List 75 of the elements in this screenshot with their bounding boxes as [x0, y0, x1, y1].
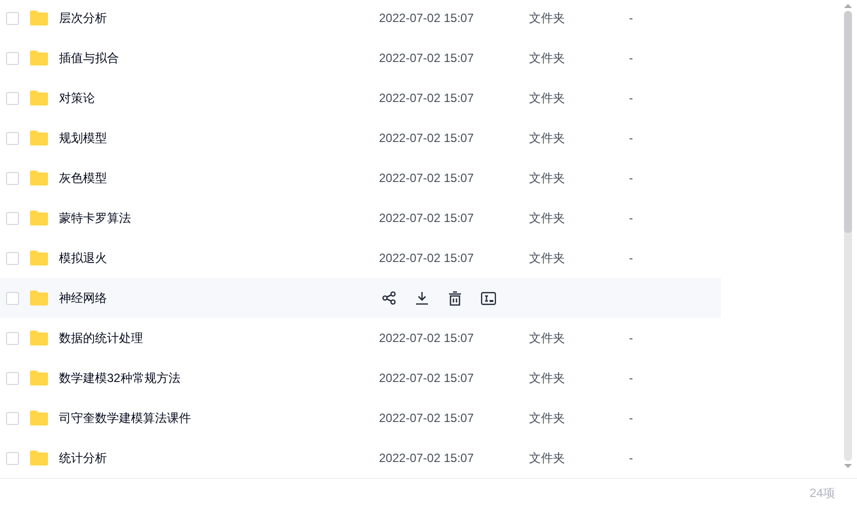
checkbox[interactable]	[6, 12, 19, 24]
folder-icon	[29, 370, 49, 386]
file-type: 文件夹	[529, 450, 566, 467]
checkbox[interactable]	[6, 372, 19, 384]
item-count: 24项	[810, 484, 835, 502]
file-name[interactable]: 层次分析	[59, 9, 379, 27]
modified-date: 2022-07-02 15:07	[379, 210, 475, 227]
folder-icon	[29, 210, 49, 226]
checkbox[interactable]	[6, 52, 19, 64]
file-name[interactable]: 模拟退火	[59, 249, 379, 267]
file-type: 文件夹	[529, 90, 566, 107]
file-type: 文件夹	[529, 370, 566, 387]
modified-date: 2022-07-02 15:07	[379, 90, 475, 107]
checkbox[interactable]	[6, 292, 19, 304]
modified-date: 2022-07-02 15:07	[379, 450, 475, 467]
file-size: -	[629, 450, 633, 467]
file-name[interactable]: 统计分析	[59, 449, 379, 467]
file-type: 文件夹	[529, 10, 566, 27]
file-row[interactable]: 神经网络	[0, 278, 721, 318]
folder-icon	[29, 90, 49, 106]
file-name[interactable]: 插值与拟合	[59, 49, 379, 67]
file-size: -	[629, 10, 633, 27]
checkbox[interactable]	[6, 172, 19, 184]
trash-icon	[448, 290, 462, 306]
folder-icon	[29, 330, 49, 346]
file-type: 文件夹	[529, 250, 566, 267]
file-size: -	[629, 330, 633, 347]
file-name[interactable]: 对策论	[59, 89, 379, 107]
file-name[interactable]: 规划模型	[59, 129, 379, 147]
modified-date: 2022-07-02 15:07	[379, 250, 475, 267]
file-name[interactable]: 数学建模32种常规方法	[59, 369, 379, 387]
folder-icon	[29, 410, 49, 426]
modified-date: 2022-07-02 15:07	[379, 10, 475, 27]
file-type: 文件夹	[529, 170, 566, 187]
checkbox[interactable]	[6, 92, 19, 104]
file-size: -	[629, 90, 633, 107]
file-size: -	[629, 410, 633, 427]
modified-date: 2022-07-02 15:07	[379, 170, 475, 187]
file-name[interactable]: 司守奎数学建模算法课件	[59, 409, 379, 427]
modified-date: 2022-07-02 15:07	[379, 330, 475, 347]
folder-icon	[29, 170, 49, 186]
folder-icon	[29, 10, 49, 26]
rename-icon	[480, 292, 496, 304]
checkbox[interactable]	[6, 332, 19, 344]
file-size: -	[629, 170, 633, 187]
modified-date: 2022-07-02 15:07	[379, 50, 475, 67]
file-type: 文件夹	[529, 410, 566, 427]
file-size: -	[629, 250, 633, 267]
file-type: 文件夹	[529, 50, 566, 67]
file-size: -	[629, 210, 633, 227]
checkbox[interactable]	[6, 212, 19, 224]
download-icon	[415, 291, 429, 305]
modified-date: 2022-07-02 15:07	[379, 130, 475, 147]
folder-icon	[29, 250, 49, 266]
checkbox[interactable]	[6, 132, 19, 144]
file-name[interactable]: 蒙特卡罗算法	[59, 209, 379, 227]
file-size: -	[629, 370, 633, 387]
share-icon	[382, 291, 396, 305]
modified-date: 2022-07-02 15:07	[379, 410, 475, 427]
folder-icon	[29, 450, 49, 466]
file-size: -	[629, 130, 633, 147]
folder-icon	[29, 130, 49, 146]
modified-date: 2022-07-02 15:07	[379, 370, 475, 387]
file-type: 文件夹	[529, 330, 566, 347]
file-name[interactable]: 灰色模型	[59, 169, 379, 187]
checkbox[interactable]	[6, 412, 19, 424]
file-size: -	[629, 50, 633, 67]
file-type: 文件夹	[529, 130, 566, 147]
checkbox[interactable]	[6, 252, 19, 264]
folder-icon	[29, 50, 49, 66]
checkbox[interactable]	[6, 452, 19, 464]
file-name[interactable]: 神经网络	[59, 289, 379, 307]
folder-icon	[29, 290, 49, 306]
file-name[interactable]: 数据的统计处理	[59, 329, 379, 347]
file-type: 文件夹	[529, 210, 566, 227]
